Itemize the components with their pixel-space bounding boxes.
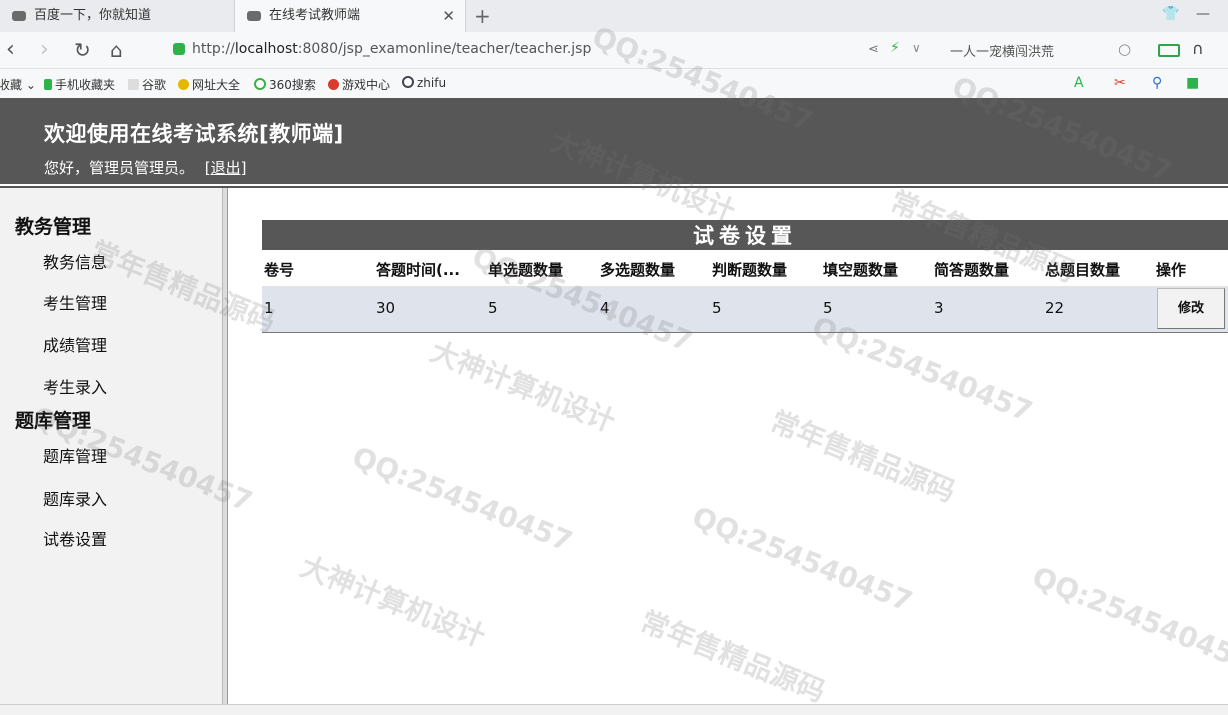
- browser-tab-baidu[interactable]: 百度一下，你就知道: [0, 0, 234, 32]
- column-header: 卷号: [264, 261, 295, 279]
- bookmark-mobile[interactable]: 手机收藏夹: [44, 76, 115, 93]
- reload-icon[interactable]: ↻: [74, 37, 91, 63]
- back-icon[interactable]: ‹: [6, 37, 15, 63]
- home-icon[interactable]: ⌂: [110, 37, 123, 63]
- table-header: 卷号 答题时间(... 单选题数量 多选题数量 判断题数量 填空题数量 简答题数…: [262, 254, 1228, 284]
- column-header: 填空题数量: [823, 261, 899, 279]
- bolt-icon[interactable]: ⚡: [890, 40, 900, 56]
- sites-icon: [178, 79, 189, 90]
- table-cell: 5: [823, 299, 833, 317]
- forward-icon[interactable]: ›: [40, 37, 49, 63]
- sidebar-section-question-bank: 题库管理: [15, 410, 92, 432]
- edit-button[interactable]: 修改: [1157, 288, 1225, 329]
- sidebar-item-paper-settings[interactable]: 试卷设置: [43, 526, 107, 550]
- sidebar-item-score-management[interactable]: 成绩管理: [43, 332, 107, 356]
- tab-favicon-icon: [12, 11, 26, 21]
- table-cell: 3: [934, 299, 944, 317]
- bookmark-favorites[interactable]: 收藏 ⌄: [0, 76, 36, 93]
- table-title: 试卷设置: [262, 220, 1228, 250]
- table-cell: 5: [712, 299, 722, 317]
- column-header: 判断题数量: [712, 261, 788, 279]
- search-input[interactable]: 一人一宠横闯洪荒: [950, 41, 1054, 60]
- tab-favicon-icon: [247, 11, 261, 21]
- sidebar-section-academic: 教务管理: [15, 216, 92, 238]
- url-text: http://localhost:8080/jsp_examonline/tea…: [192, 41, 592, 57]
- bookmark-zhifu[interactable]: zhifu: [402, 76, 446, 90]
- table-cell: 4: [600, 299, 610, 317]
- column-header: 单选题数量: [488, 261, 564, 279]
- bookmark-google[interactable]: 谷歌: [128, 76, 166, 93]
- sidebar-item-student-entry[interactable]: 考生录入: [43, 374, 107, 398]
- translate-icon[interactable]: A: [1074, 75, 1084, 91]
- page-title: 欢迎使用在线考试系统[教师端]: [44, 122, 344, 146]
- bookmark-sites[interactable]: 网址大全: [178, 76, 240, 93]
- games-icon: [328, 79, 339, 90]
- new-tab-icon[interactable]: +: [474, 4, 491, 28]
- sidebar: 教务管理 教务信息 考生管理 成绩管理 考生录入 题库管理 题库管理 题库录入 …: [0, 188, 222, 714]
- greeting-text: 您好，管理员管理员。: [44, 159, 195, 177]
- browser-tab-bar: 百度一下，你就知道 在线考试教师端 ✕ + 👕 —: [0, 0, 1228, 32]
- game-icon[interactable]: ■: [1186, 75, 1199, 91]
- bookmark-games[interactable]: 游戏中心: [328, 76, 390, 93]
- headphones-icon[interactable]: ∩: [1192, 39, 1204, 58]
- search-icon[interactable]: ○: [1118, 40, 1131, 58]
- logout-link[interactable]: [退出]: [205, 159, 247, 177]
- bookmark-360[interactable]: 360搜索: [254, 76, 316, 93]
- table-cell: 30: [376, 299, 396, 317]
- table-row: 1 30 5 4 5 5 3 22 修改: [262, 286, 1228, 333]
- browser-tab-exam[interactable]: 在线考试教师端 ✕: [234, 0, 466, 32]
- table-cell: 22: [1045, 299, 1065, 317]
- greeting: 您好，管理员管理员。 [退出]: [44, 157, 247, 178]
- share-icon[interactable]: ⋖: [868, 42, 879, 57]
- phone-icon: [44, 79, 52, 90]
- 360-icon: [254, 78, 266, 90]
- column-header: 操作: [1156, 261, 1187, 279]
- table-cell: 5: [488, 299, 498, 317]
- sidebar-item-question-entry[interactable]: 题库录入: [43, 486, 107, 510]
- url-input[interactable]: http://localhost:8080/jsp_examonline/tea…: [170, 36, 930, 64]
- minimize-icon[interactable]: —: [1196, 6, 1210, 22]
- scissors-icon[interactable]: ✂: [1114, 75, 1126, 91]
- page-header: 欢迎使用在线考试系统[教师端] 您好，管理员管理员。 [退出]: [0, 98, 1228, 184]
- tab-title: 百度一下，你就知道: [34, 8, 152, 23]
- column-header: 总题目数量: [1045, 261, 1121, 279]
- address-toolbar: ‹ › ↻ ⌂ http://localhost:8080/jsp_examon…: [0, 32, 1228, 69]
- column-header: 答题时间(...: [376, 261, 460, 279]
- sidebar-item-question-management[interactable]: 题库管理: [43, 443, 107, 467]
- sidebar-item-student-management[interactable]: 考生管理: [43, 290, 107, 314]
- column-header: 多选题数量: [600, 261, 676, 279]
- tab-title: 在线考试教师端: [269, 8, 361, 23]
- column-header: 简答题数量: [934, 261, 1010, 279]
- zhifu-icon: [402, 76, 414, 88]
- bookmarks-bar: 收藏 ⌄ 手机收藏夹 谷歌 网址大全 360搜索 游戏中心 zhifu A ✂ …: [0, 69, 1228, 98]
- status-bar: [0, 704, 1228, 715]
- secure-icon: [173, 43, 185, 55]
- magnifier-icon[interactable]: ⚲: [1152, 75, 1162, 91]
- close-tab-icon[interactable]: ✕: [442, 0, 455, 32]
- table-cell: 1: [264, 299, 274, 317]
- shirt-icon[interactable]: 👕: [1162, 6, 1179, 22]
- page-icon: [128, 79, 139, 90]
- battery-icon[interactable]: [1158, 44, 1180, 57]
- main-content: 试卷设置 卷号 答题时间(... 单选题数量 多选题数量 判断题数量 填空题数量…: [228, 188, 1228, 714]
- chevron-down-icon[interactable]: ∨: [912, 41, 921, 55]
- sidebar-item-academic-info[interactable]: 教务信息: [43, 249, 107, 273]
